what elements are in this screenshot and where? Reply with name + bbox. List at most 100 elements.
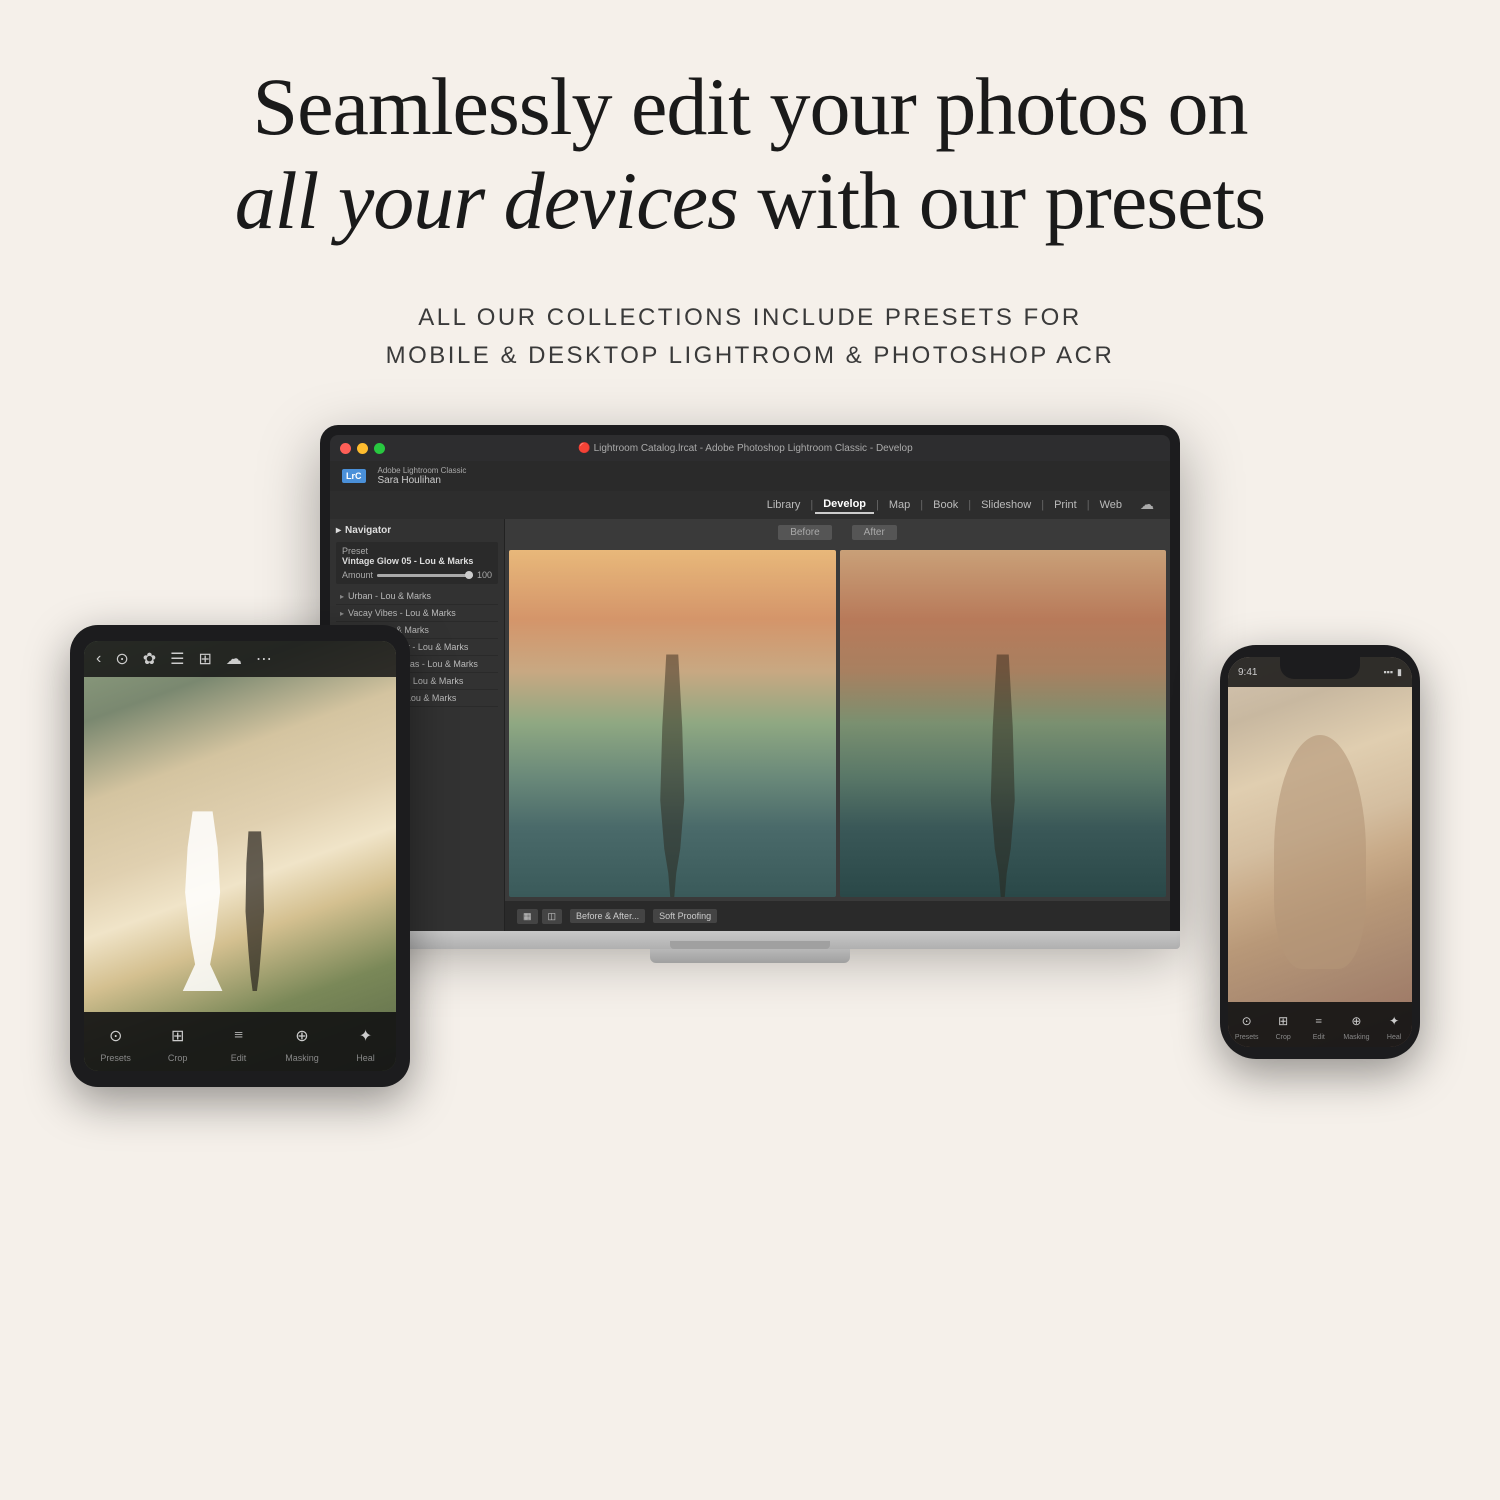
- nav-print[interactable]: Print: [1046, 497, 1085, 513]
- phone-status-icons: ▪▪▪ ▮: [1383, 667, 1402, 678]
- laptop-titlebar: 🔴 Lightroom Catalog.lrcat - Adobe Photos…: [330, 435, 1170, 461]
- laptop-screen: 🔴 Lightroom Catalog.lrcat - Adobe Photos…: [320, 425, 1180, 931]
- lightroom-interface: LrC Adobe Lightroom Classic Sara Houliha…: [330, 461, 1170, 931]
- after-photo: [840, 550, 1167, 897]
- laptop-notch: [670, 941, 830, 949]
- tablet-back-button[interactable]: ‹: [96, 650, 101, 668]
- tablet-photo: [84, 641, 396, 1071]
- headline-italic: all your devices: [235, 155, 738, 246]
- battery-icon: ▮: [1397, 667, 1402, 678]
- nav-slideshow[interactable]: Slideshow: [973, 497, 1039, 513]
- tablet-icon-1[interactable]: ⊙: [115, 649, 128, 669]
- lr-bottom-bar: ▦ ◫ Before & After... Soft Proofing: [505, 901, 1170, 931]
- soft-proofing-btn[interactable]: Soft Proofing: [653, 909, 717, 923]
- amount-value: 100: [477, 570, 492, 580]
- nav-web[interactable]: Web: [1092, 497, 1130, 513]
- phone-screen: 9:41 ▪▪▪ ▮ ⊙ Presets ⊞ Crop: [1228, 657, 1412, 1047]
- phone-device: 9:41 ▪▪▪ ▮ ⊙ Presets ⊞ Crop: [1220, 645, 1420, 1059]
- preset-section-label: Preset: [342, 546, 492, 556]
- tablet-icon-2[interactable]: ✿: [143, 649, 156, 669]
- heal-icon: ✦: [352, 1022, 380, 1050]
- navigator-header: ▸ Navigator: [336, 525, 498, 536]
- tablet-device: ‹ ⊙ ✿ ☰ ⊞ ☁ ⋯ ⊙ Presets ⊞ Crop: [70, 625, 410, 1087]
- phone-frame: 9:41 ▪▪▪ ▮ ⊙ Presets ⊞ Crop: [1220, 645, 1420, 1059]
- preset-info-box: Preset Vintage Glow 05 - Lou & Marks Amo…: [336, 542, 498, 584]
- lr-app-name: Adobe Lightroom Classic: [378, 466, 467, 475]
- loupe-view-btn[interactable]: ◫: [542, 909, 563, 924]
- preset-item-urban[interactable]: Urban - Lou & Marks: [336, 588, 498, 605]
- phone-heal-label: Heal: [1387, 1034, 1401, 1041]
- subtitle-line1: ALL OUR COLLECTIONS INCLUDE PRESETS FOR: [418, 304, 1081, 331]
- phone-toolbar: ⊙ Presets ⊞ Crop ≡ Edit ⊕ Masking: [1228, 1002, 1412, 1047]
- nav-library[interactable]: Library: [759, 497, 809, 513]
- tablet-icon-6[interactable]: ⋯: [256, 649, 272, 669]
- grid-view-btn[interactable]: ▦: [517, 909, 538, 924]
- after-label[interactable]: After: [852, 525, 897, 540]
- crop-label: Crop: [168, 1053, 188, 1063]
- amount-label: Amount: [342, 570, 373, 580]
- tablet-tool-masking[interactable]: ⊕ Masking: [285, 1022, 319, 1063]
- window-title-text: 🔴 Lightroom Catalog.lrcat - Adobe Photos…: [578, 443, 912, 454]
- tablet-tool-edit[interactable]: ≡ Edit: [224, 1022, 252, 1063]
- laptop-device: 🔴 Lightroom Catalog.lrcat - Adobe Photos…: [320, 425, 1180, 963]
- lr-username: Sara Houlihan: [378, 475, 467, 486]
- phone-time-display: 9:41: [1238, 667, 1257, 678]
- phone-edit-label: Edit: [1313, 1034, 1325, 1041]
- nav-book[interactable]: Book: [925, 497, 966, 513]
- laptop-base: [320, 931, 1180, 949]
- before-label[interactable]: Before: [778, 525, 831, 540]
- crop-icon: ⊞: [164, 1022, 192, 1050]
- phone-tool-heal[interactable]: ✦ Heal: [1383, 1010, 1405, 1041]
- nav-map[interactable]: Map: [881, 497, 918, 513]
- signal-icon: ▪▪▪: [1383, 667, 1393, 678]
- headline-line2-rest: with our presets: [738, 155, 1265, 246]
- subtitle-text: ALL OUR COLLECTIONS INCLUDE PRESETS FOR …: [235, 299, 1265, 376]
- headline-section: Seamlessly edit your photos on all your …: [155, 60, 1345, 375]
- phone-notch: [1280, 657, 1360, 679]
- phone-crop-icon: ⊞: [1272, 1010, 1294, 1032]
- before-after-mode-btn[interactable]: Before & After...: [570, 909, 645, 923]
- before-photo: [509, 550, 836, 897]
- tablet-top-bar: ‹ ⊙ ✿ ☰ ⊞ ☁ ⋯: [84, 641, 396, 677]
- presets-icon: ⊙: [102, 1022, 130, 1050]
- preset-active-name: Vintage Glow 05 - Lou & Marks: [342, 556, 492, 566]
- presets-label: Presets: [100, 1053, 131, 1063]
- lr-photo-content: Before After ▦ ◫ Before & Af: [505, 519, 1170, 931]
- phone-crop-label: Crop: [1276, 1034, 1291, 1041]
- masking-label: Masking: [285, 1053, 319, 1063]
- phone-presets-label: Presets: [1235, 1034, 1259, 1041]
- phone-tool-masking[interactable]: ⊕ Masking: [1343, 1010, 1369, 1041]
- preset-item-vacay[interactable]: Vacay Vibes - Lou & Marks: [336, 605, 498, 622]
- tablet-tool-crop[interactable]: ⊞ Crop: [164, 1022, 192, 1063]
- lr-navbar: Library | Develop | Map | Book | Slidesh…: [330, 491, 1170, 519]
- phone-tool-crop[interactable]: ⊞ Crop: [1272, 1010, 1294, 1041]
- phone-tool-presets[interactable]: ⊙ Presets: [1235, 1010, 1259, 1041]
- tablet-frame: ‹ ⊙ ✿ ☰ ⊞ ☁ ⋯ ⊙ Presets ⊞ Crop: [70, 625, 410, 1087]
- phone-photo: [1228, 657, 1412, 1047]
- phone-masking-label: Masking: [1343, 1034, 1369, 1041]
- phone-edit-icon: ≡: [1308, 1010, 1330, 1032]
- headline-text: Seamlessly edit your photos on all your …: [235, 60, 1265, 249]
- tablet-icon-5[interactable]: ☁: [226, 649, 242, 669]
- tablet-screen: ‹ ⊙ ✿ ☰ ⊞ ☁ ⋯ ⊙ Presets ⊞ Crop: [84, 641, 396, 1071]
- edit-label: Edit: [231, 1053, 247, 1063]
- phone-presets-icon: ⊙: [1236, 1010, 1258, 1032]
- devices-section: 🔴 Lightroom Catalog.lrcat - Adobe Photos…: [100, 425, 1400, 1325]
- masking-icon: ⊕: [288, 1022, 316, 1050]
- phone-tool-edit[interactable]: ≡ Edit: [1308, 1010, 1330, 1041]
- tablet-tool-heal[interactable]: ✦ Heal: [352, 1022, 380, 1063]
- tablet-icon-3[interactable]: ☰: [170, 649, 184, 669]
- tablet-tool-presets[interactable]: ⊙ Presets: [100, 1022, 131, 1063]
- tablet-icon-4[interactable]: ⊞: [198, 649, 211, 669]
- cloud-icon: ☁: [1140, 497, 1154, 514]
- nav-develop[interactable]: Develop: [815, 496, 874, 514]
- laptop-stand: [650, 949, 850, 963]
- subtitle-line2: MOBILE & DESKTOP LIGHTROOM & PHOTOSHOP A…: [386, 342, 1115, 369]
- lr-logo: LrC: [342, 469, 366, 483]
- phone-heal-icon: ✦: [1383, 1010, 1405, 1032]
- photo-comparison: [505, 546, 1170, 901]
- before-after-toggle: Before After: [505, 519, 1170, 546]
- phone-masking-icon: ⊕: [1345, 1010, 1367, 1032]
- heal-label: Heal: [356, 1053, 375, 1063]
- lr-top-bar: LrC Adobe Lightroom Classic Sara Houliha…: [330, 461, 1170, 491]
